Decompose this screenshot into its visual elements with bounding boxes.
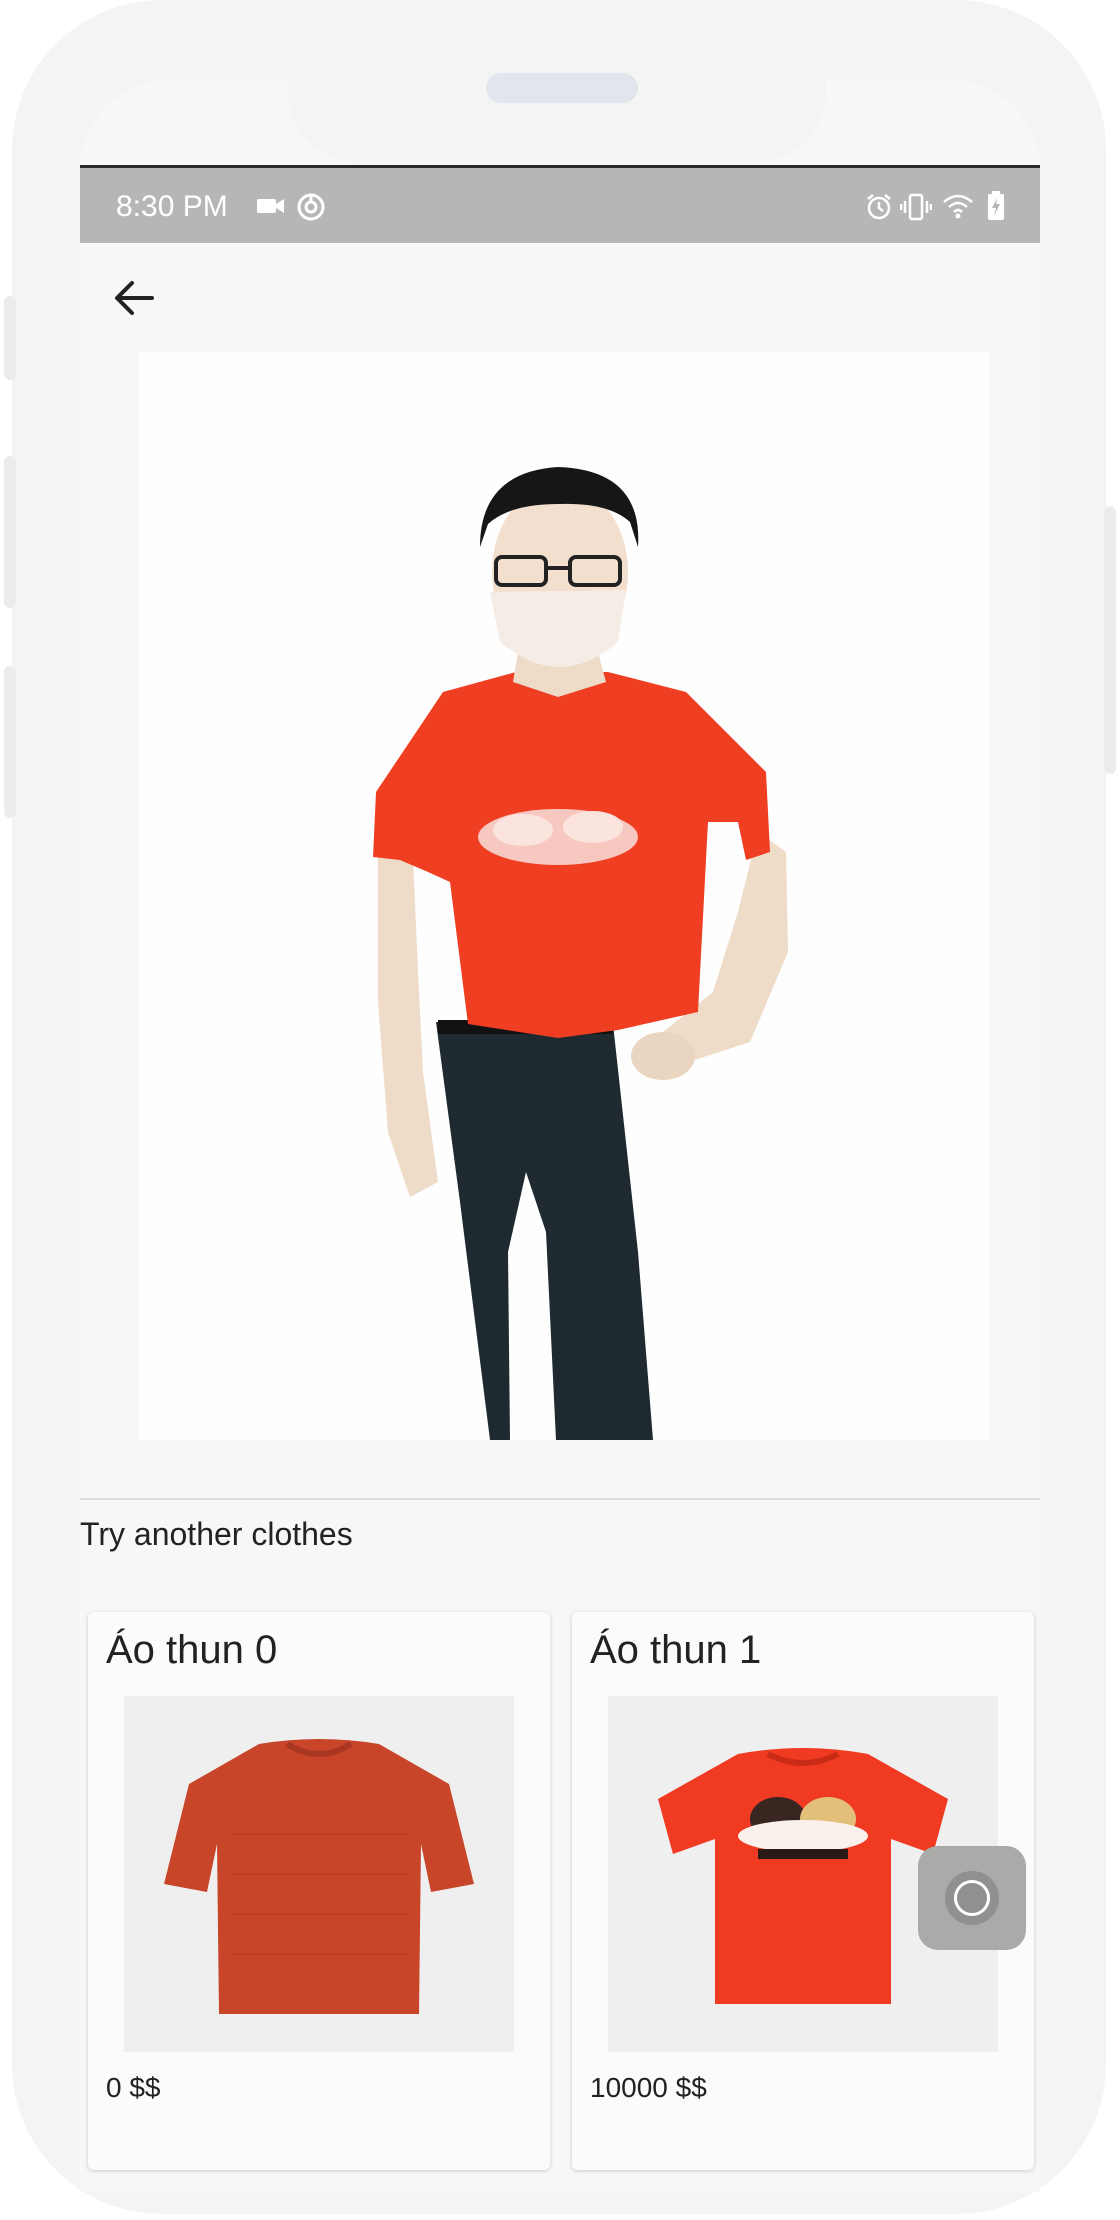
wifi-icon xyxy=(942,192,974,225)
section-divider xyxy=(80,1498,1040,1500)
phone-side-button xyxy=(4,456,16,608)
product-card[interactable]: Áo thun 0 0 $$ xyxy=(88,1612,550,2170)
section-title: Try another clothes xyxy=(80,1516,353,1552)
person-wearing-red-tshirt-image xyxy=(373,467,788,1440)
product-name: Áo thun 0 xyxy=(106,1628,278,1672)
sync-circle-icon xyxy=(296,192,326,227)
status-time: 8:30 PM xyxy=(116,190,228,223)
phone-speaker xyxy=(486,73,638,103)
phone-side-button xyxy=(4,296,16,380)
alarm-icon xyxy=(864,192,894,227)
product-image xyxy=(124,1696,514,2052)
status-bar: 8:30 PM xyxy=(80,165,1040,243)
video-camera-icon xyxy=(256,195,286,222)
back-button[interactable] xyxy=(102,268,166,332)
circle-button-icon xyxy=(945,1871,999,1925)
battery-charging-icon xyxy=(986,190,1006,227)
product-name: Áo thun 1 xyxy=(590,1628,762,1672)
floating-action-button[interactable] xyxy=(918,1846,1026,1950)
phone-side-button xyxy=(4,666,16,818)
try-on-result-image xyxy=(138,352,990,1440)
rust-knit-tshirt-image xyxy=(164,1739,474,2014)
vibrate-icon xyxy=(899,192,933,227)
arrow-left-icon xyxy=(112,278,156,323)
product-price: 0 $$ xyxy=(106,2072,161,2103)
product-price: 10000 $$ xyxy=(590,2072,707,2103)
phone-side-button xyxy=(1104,506,1116,774)
